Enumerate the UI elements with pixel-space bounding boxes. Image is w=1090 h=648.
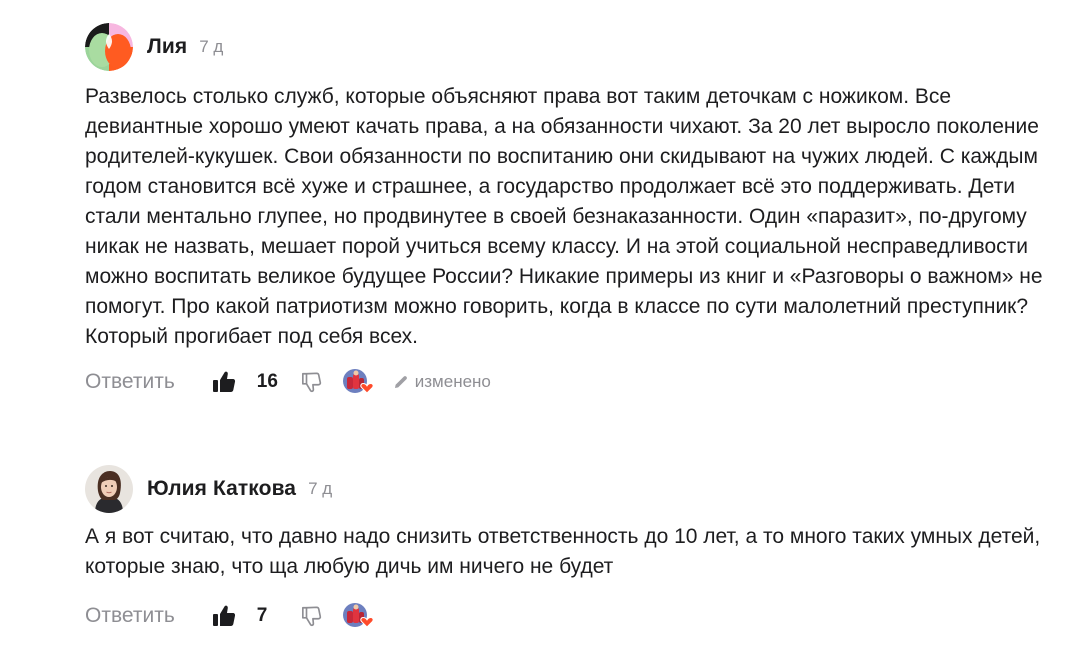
author-heart-reaction-icon	[342, 603, 374, 628]
comment-actions: Ответить 7	[85, 600, 1045, 632]
like-count: 7	[256, 605, 268, 626]
avatar[interactable]	[85, 465, 133, 513]
comment-age: 7 д	[199, 37, 224, 56]
reply-button[interactable]: Ответить	[85, 370, 175, 394]
comment-text: Развелось столько служб, которые объясня…	[85, 85, 1043, 348]
comment-text: А я вот считаю, что давно надо снизить о…	[85, 525, 1041, 578]
author-heart-reaction[interactable]	[342, 602, 375, 630]
edited-label: изменено	[414, 372, 491, 391]
dislike-button[interactable]	[299, 603, 325, 629]
comment: Юлия Каткова 7 д А я вот считаю, что дав…	[85, 464, 1045, 632]
thumbs-down-outline-icon	[301, 372, 321, 393]
comment-header: Юлия Каткова 7 д	[85, 464, 1045, 514]
dislike-button[interactable]	[299, 369, 325, 395]
like-button[interactable]	[211, 369, 237, 395]
author-name[interactable]: Лия	[147, 35, 187, 59]
like-count: 16	[256, 371, 278, 392]
like-button[interactable]	[211, 603, 237, 629]
reply-button[interactable]: Ответить	[85, 604, 175, 628]
author-name[interactable]: Юлия Каткова	[147, 477, 296, 501]
thumbs-up-filled-icon	[212, 605, 235, 626]
avatar[interactable]	[85, 23, 133, 71]
comment: Лия 7 д Развелось столько служб, которые…	[85, 22, 1045, 398]
multicolor-blob-avatar-icon	[85, 23, 133, 71]
comment-actions: Ответить 16 изменено	[85, 366, 1045, 398]
comment-age: 7 д	[308, 479, 333, 498]
user-photo-avatar-icon	[85, 465, 133, 513]
pencil-icon	[393, 374, 409, 390]
thumbs-up-filled-icon	[212, 371, 235, 392]
author-heart-reaction[interactable]	[342, 368, 375, 396]
author-heart-reaction-icon	[342, 369, 374, 394]
edited-indicator: изменено	[393, 372, 491, 392]
comment-header: Лия 7 д	[85, 22, 1045, 72]
thumbs-down-outline-icon	[301, 606, 321, 627]
